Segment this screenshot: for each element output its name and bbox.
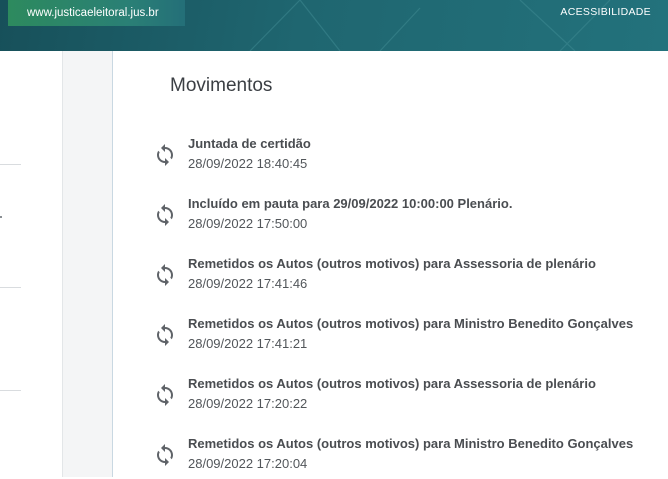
movement-datetime: 28/09/2022 17:20:04: [188, 456, 308, 471]
movements-panel: Movimentos Juntada de certidão 28/09/202…: [113, 51, 668, 477]
movement-item: Remetidos os Autos (outros motivos) para…: [153, 375, 668, 419]
movement-item: Remetidos os Autos (outros motivos) para…: [153, 315, 668, 359]
movement-datetime: 28/09/2022 17:41:21: [188, 336, 308, 351]
nav-marker: [0, 216, 2, 218]
top-header: www.justicaeleitoral.jus.br ACESSIBILIDA…: [0, 0, 668, 51]
movement-description: Remetidos os Autos (outros motivos) para…: [188, 376, 596, 391]
refresh-icon: [153, 383, 177, 407]
refresh-icon: [153, 263, 177, 287]
movement-description: Juntada de certidão: [188, 136, 311, 151]
left-navigation-panel: [0, 51, 63, 477]
movement-datetime: 28/09/2022 18:40:45: [188, 156, 308, 171]
refresh-icon: [153, 143, 177, 167]
refresh-icon: [153, 443, 177, 467]
movement-item: Juntada de certidão 28/09/2022 18:40:45: [153, 135, 668, 179]
movement-item: Remetidos os Autos (outros motivos) para…: [153, 255, 668, 299]
refresh-icon: [153, 323, 177, 347]
movement-description: Incluído em pauta para 29/09/2022 10:00:…: [188, 196, 513, 211]
movement-datetime: 28/09/2022 17:50:00: [188, 216, 308, 231]
side-gutter: [63, 51, 113, 477]
movement-datetime: 28/09/2022 17:41:46: [188, 276, 308, 291]
accessibility-link[interactable]: ACESSIBILIDADE: [560, 0, 651, 24]
justica-eleitoral-link[interactable]: www.justicaeleitoral.jus.br: [8, 0, 185, 26]
nav-divider: [0, 287, 21, 288]
nav-divider: [0, 164, 21, 165]
movement-description: Remetidos os Autos (outros motivos) para…: [188, 436, 634, 451]
refresh-icon: [153, 203, 177, 227]
movement-datetime: 28/09/2022 17:20:22: [188, 396, 308, 411]
movement-item: Incluído em pauta para 29/09/2022 10:00:…: [153, 195, 668, 239]
movement-description: Remetidos os Autos (outros motivos) para…: [188, 256, 596, 271]
page-title: Movimentos: [170, 75, 273, 96]
movement-description: Remetidos os Autos (outros motivos) para…: [188, 316, 634, 331]
movement-item: Remetidos os Autos (outros motivos) para…: [153, 435, 668, 479]
nav-divider: [0, 390, 21, 391]
